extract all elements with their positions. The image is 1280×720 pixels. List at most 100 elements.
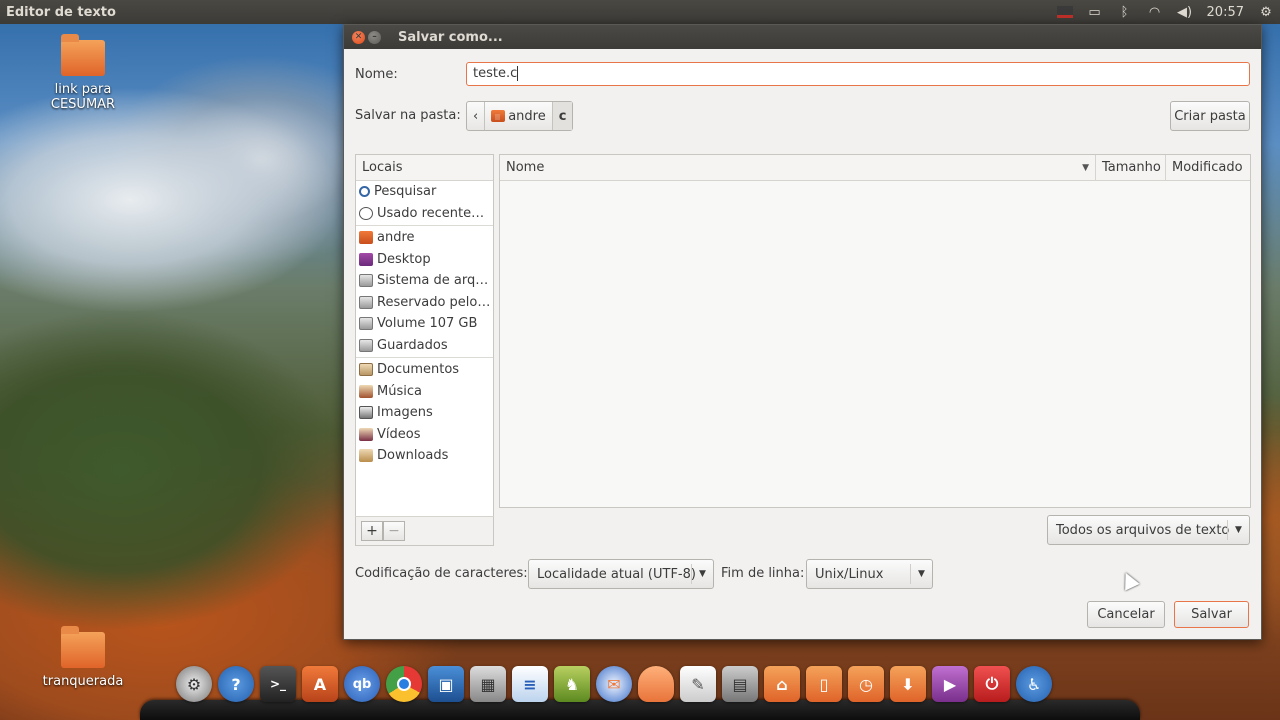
place-search[interactable]: Pesquisar <box>356 181 493 203</box>
filename-input[interactable]: teste.c <box>466 62 1250 86</box>
archive-icon[interactable]: ▤ <box>722 666 758 702</box>
close-icon[interactable]: ✕ <box>352 30 365 44</box>
downloads-folder-icon <box>359 449 373 463</box>
save-as-dialog: ✕ – Salvar como... Nome: teste.c Salvar … <box>343 24 1262 640</box>
downloads-folder-icon[interactable]: ⬇ <box>890 666 926 702</box>
recent-folder-icon[interactable]: ◷ <box>848 666 884 702</box>
recent-icon <box>359 206 373 220</box>
encoding-select[interactable]: Localidade atual (UTF-8) ▼ <box>528 559 714 589</box>
place-volume[interactable]: Volume 107 GB <box>356 313 493 335</box>
dialog-titlebar[interactable]: ✕ – Salvar como... <box>344 25 1261 49</box>
places-header: Locais <box>356 155 493 181</box>
desktop-icon-label: tranquerada <box>42 674 124 689</box>
calculator-icon[interactable]: ▦ <box>470 666 506 702</box>
search-icon <box>359 186 370 198</box>
file-filter-select[interactable]: Todos os arquivos de texto ▼ <box>1047 515 1250 545</box>
desktop-icon-tranquerada[interactable]: tranquerada <box>23 626 143 689</box>
file-list-header: Nome ▼ Tamanho Modificado <box>500 155 1250 181</box>
place-home[interactable]: andre <box>356 227 493 249</box>
place-downloads[interactable]: Downloads <box>356 445 493 467</box>
desktop-icon-label: link para CESUMAR <box>50 82 116 112</box>
dock-shelf <box>140 700 1140 720</box>
chevron-down-icon: ▼ <box>1227 520 1249 540</box>
terminal-icon[interactable]: >_ <box>260 666 296 702</box>
column-name[interactable]: Nome ▼ <box>500 155 1096 180</box>
line-ending-label: Fim de linha: <box>721 566 805 581</box>
path-back-button[interactable]: ‹ <box>467 102 486 130</box>
documents-folder-icon[interactable]: ▯ <box>806 666 842 702</box>
pictures-folder-icon <box>359 406 373 420</box>
divider <box>356 357 493 358</box>
gear-icon[interactable]: ⚙ <box>1258 5 1274 20</box>
place-pictures[interactable]: Imagens <box>356 402 493 424</box>
thunderbird-icon[interactable]: ✉ <box>596 666 632 702</box>
image-viewer-icon[interactable]: ▣ <box>428 666 464 702</box>
place-reserved[interactable]: Reservado pelo… <box>356 292 493 314</box>
app-title: Editor de texto <box>6 4 116 20</box>
desktop-icon-cesumar[interactable]: link para CESUMAR <box>23 34 143 112</box>
chrome-icon[interactable] <box>386 666 422 702</box>
videos-folder-icon[interactable]: ▶ <box>932 666 968 702</box>
recording-icon[interactable] <box>1056 6 1073 18</box>
drive-icon <box>359 274 373 288</box>
places-toolbar: + − <box>355 516 494 546</box>
qbittorrent-icon[interactable]: qb <box>344 666 380 702</box>
wifi-icon[interactable]: ◠ <box>1147 5 1163 20</box>
path-bar: ‹ andre c <box>466 101 574 131</box>
place-videos[interactable]: Vídeos <box>356 424 493 446</box>
encoding-label: Codificação de caracteres: <box>355 566 528 581</box>
name-label: Nome: <box>355 67 398 82</box>
system-tray: ▭ ᛒ ◠ ◀) 20:57 ⚙ <box>1056 0 1274 24</box>
line-ending-select[interactable]: Unix/Linux ▼ <box>806 559 933 589</box>
add-place-button[interactable]: + <box>361 521 383 541</box>
minimize-icon[interactable]: – <box>368 30 381 44</box>
home-icon <box>359 231 373 245</box>
create-folder-button[interactable]: Criar pasta <box>1170 101 1250 131</box>
folder-label: Salvar na pasta: <box>355 108 461 123</box>
file-list[interactable]: Nome ▼ Tamanho Modificado <box>499 154 1251 508</box>
chevron-down-icon: ▼ <box>691 564 713 584</box>
software-center-icon[interactable]: A <box>302 666 338 702</box>
filename-value: teste.c <box>473 66 518 81</box>
melon-icon[interactable] <box>638 666 674 702</box>
text-caret <box>517 66 519 81</box>
music-folder-icon <box>359 384 373 398</box>
drive-icon <box>359 317 373 331</box>
save-button[interactable]: Salvar <box>1174 601 1249 628</box>
text-editor-icon[interactable]: ✎ <box>680 666 716 702</box>
gimp-icon[interactable]: ♞ <box>554 666 590 702</box>
chevron-down-icon: ▼ <box>910 564 932 584</box>
place-guardados[interactable]: Guardados <box>356 335 493 357</box>
column-size[interactable]: Tamanho <box>1096 155 1166 180</box>
desktop-icon <box>359 252 373 266</box>
battery-icon[interactable]: ▭ <box>1087 5 1103 20</box>
remove-place-button[interactable]: − <box>383 521 405 541</box>
videos-folder-icon <box>359 427 373 441</box>
top-panel: Editor de texto ▭ ᛒ ◠ ◀) 20:57 ⚙ <box>0 0 1280 24</box>
home-folder-icon[interactable]: ⌂ <box>764 666 800 702</box>
accessibility-icon[interactable]: ♿ <box>1016 666 1052 702</box>
place-filesystem[interactable]: Sistema de arq… <box>356 270 493 292</box>
sort-down-icon: ▼ <box>1082 162 1089 173</box>
folder-icon <box>61 34 105 76</box>
drive-icon <box>359 338 373 352</box>
drive-icon <box>359 295 373 309</box>
volume-icon[interactable]: ◀) <box>1177 5 1193 20</box>
clock[interactable]: 20:57 <box>1207 5 1244 20</box>
path-segment-current[interactable]: c <box>552 102 573 130</box>
settings-icon[interactable]: ⚙ <box>176 666 212 702</box>
cancel-button[interactable]: Cancelar <box>1087 601 1165 628</box>
writer-icon[interactable]: ≡ <box>512 666 548 702</box>
place-music[interactable]: Música <box>356 381 493 403</box>
bluetooth-icon[interactable]: ᛒ <box>1117 5 1133 20</box>
path-segment-home[interactable]: andre <box>485 102 553 130</box>
folder-icon <box>359 363 373 377</box>
help-icon[interactable]: ? <box>218 666 254 702</box>
power-icon[interactable]: ⏻ <box>974 666 1010 702</box>
place-documents[interactable]: Documentos <box>356 359 493 381</box>
column-modified[interactable]: Modificado <box>1166 155 1250 180</box>
divider <box>356 225 493 226</box>
place-desktop[interactable]: Desktop <box>356 249 493 271</box>
place-recent[interactable]: Usado recente… <box>356 203 493 225</box>
folder-icon <box>61 626 105 668</box>
